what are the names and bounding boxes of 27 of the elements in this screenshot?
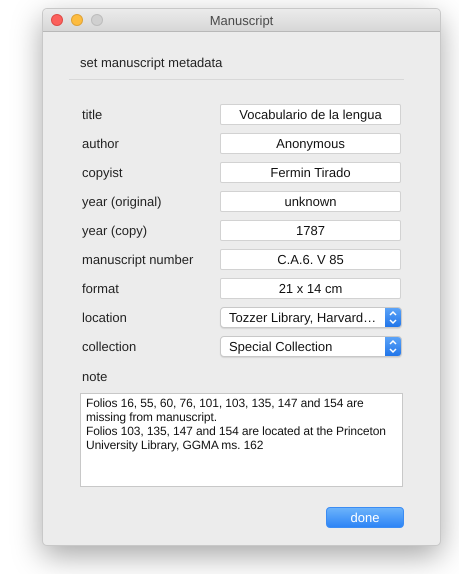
field-label: note xyxy=(81,368,108,386)
close-button[interactable] xyxy=(51,14,63,26)
text-field[interactable]: 21 x 14 cm xyxy=(220,278,401,299)
section-heading: set manuscript metadata xyxy=(79,54,224,72)
field-label: year (copy) xyxy=(82,223,148,238)
text-field[interactable]: Anonymous xyxy=(220,133,401,154)
note-field[interactable]: Folios 16, 55, 60, 76, 101, 103, 135, 147 and 154 are missing from manuscript. Folios 103, 135, 147 and 154 are located at the Princeton University Library, GGMA ms. 162 xyxy=(80,393,403,487)
text-field[interactable]: unknown xyxy=(220,191,401,212)
text-field[interactable]: Fermin Tirado xyxy=(220,162,401,183)
minimize-button[interactable] xyxy=(71,14,83,26)
stepper-icon xyxy=(385,308,401,327)
field-label: manuscript number xyxy=(82,252,194,267)
field-label: location xyxy=(82,310,128,325)
field-label: copyist xyxy=(82,165,124,180)
zoom-button[interactable] xyxy=(91,14,103,26)
text-field[interactable]: 1787 xyxy=(220,220,401,241)
field-label: format xyxy=(82,281,120,296)
popup-button[interactable]: Special Collection xyxy=(220,336,402,357)
text-field[interactable]: C.A.6. V 85 xyxy=(220,249,401,270)
field-label: title xyxy=(82,107,104,122)
text-field[interactable]: Vocabulario de la lengua xyxy=(220,104,401,125)
field-label: author xyxy=(82,136,120,151)
window-title: Manuscript xyxy=(210,12,274,28)
stepper-icon xyxy=(385,337,401,356)
popup-button[interactable]: Tozzer Library, Harvard… xyxy=(220,307,402,328)
field-label: collection xyxy=(82,339,138,354)
field-label: year (original) xyxy=(82,194,162,209)
